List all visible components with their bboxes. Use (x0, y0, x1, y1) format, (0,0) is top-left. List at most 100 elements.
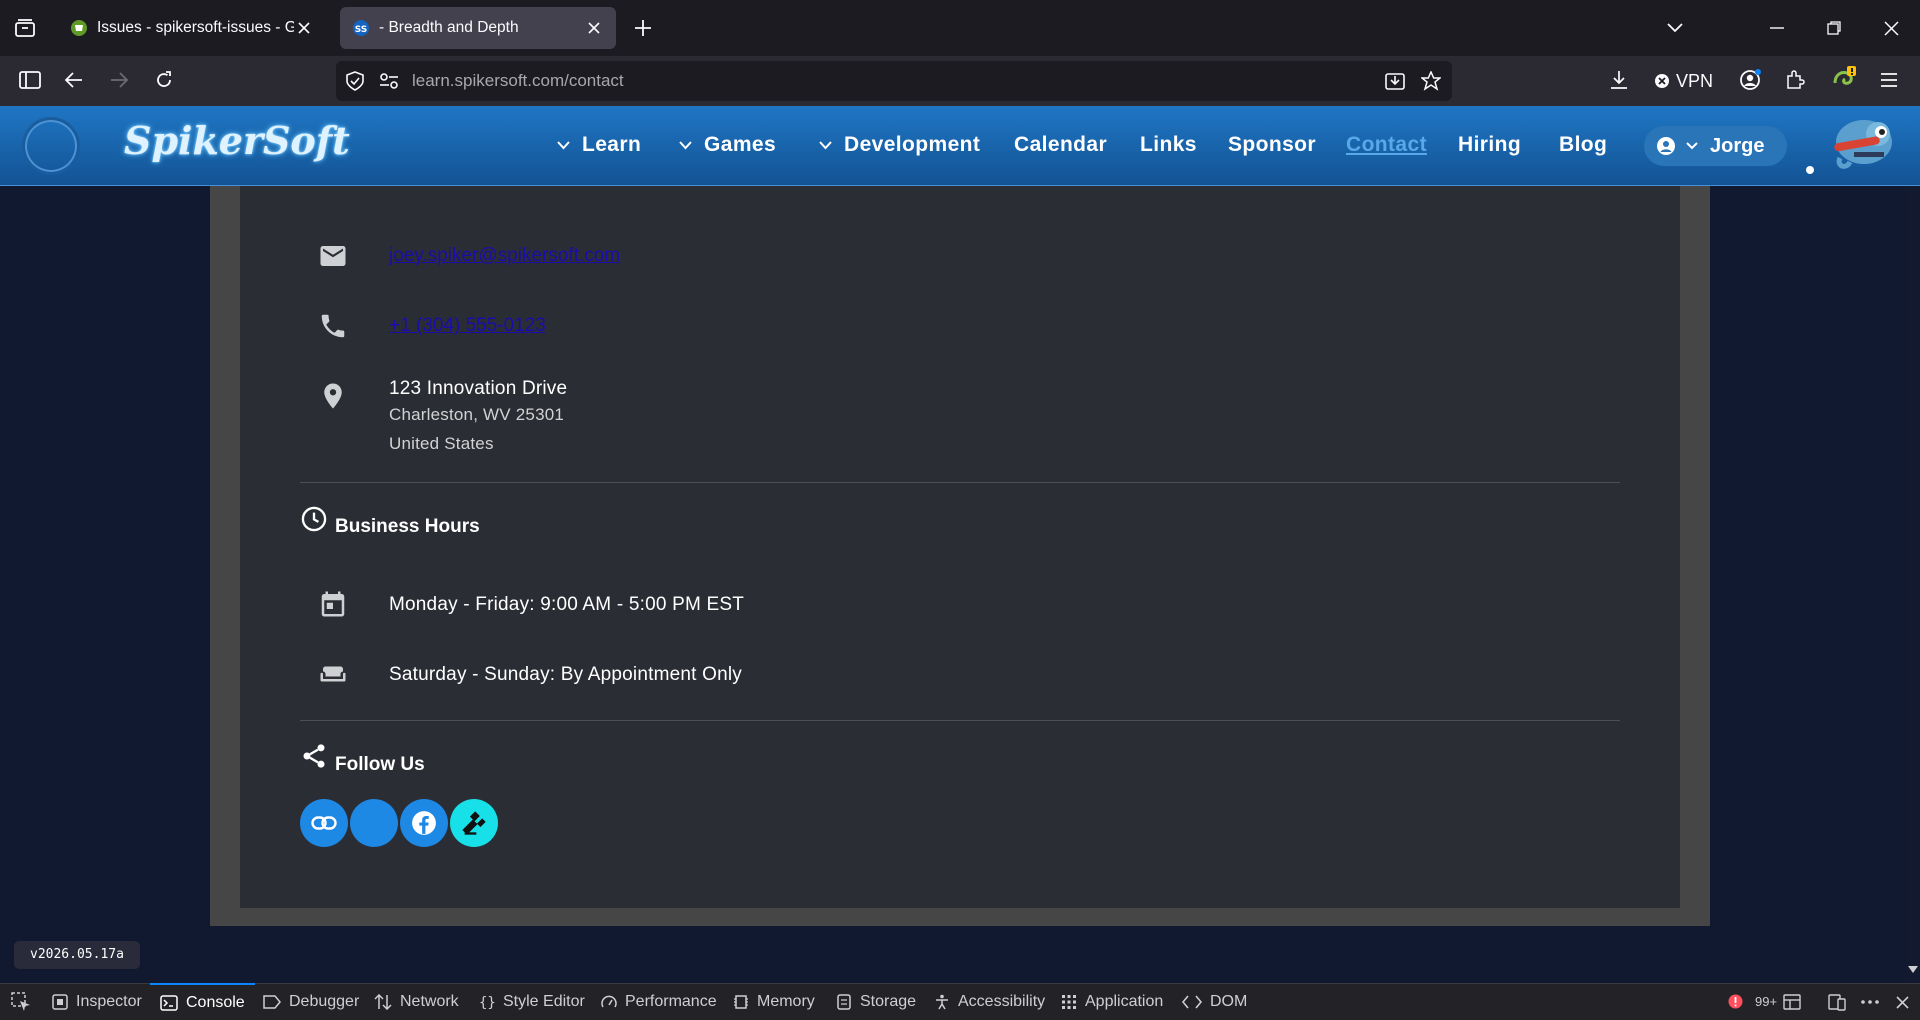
tab-title: Issues - spikersoft-issues - Gitea (97, 19, 294, 36)
social-gavel-button[interactable] (450, 799, 498, 847)
error-count-badge[interactable]: 99+ (1728, 983, 1777, 1020)
new-tab-icon[interactable] (626, 11, 660, 45)
devtools-tab-console[interactable]: Console (150, 983, 255, 1020)
url-text[interactable]: learn.spikersoft.com/contact (412, 71, 624, 91)
vpn-button[interactable]: VPN (1654, 66, 1713, 96)
element-picker-icon[interactable] (4, 985, 38, 1019)
address-line1: 123 Innovation Drive (389, 378, 568, 399)
nav-games[interactable]: Games (679, 133, 776, 157)
weekend-hours: Saturday - Sunday: By Appointment Only (389, 664, 742, 685)
devtools-tab-label: Storage (860, 992, 917, 1010)
address-line2: Charleston, WV 25301 (389, 405, 565, 424)
close-tab-icon[interactable] (584, 18, 604, 38)
split-console-icon[interactable] (1775, 985, 1809, 1019)
bookmark-star-icon[interactable] (1414, 64, 1448, 98)
clock-icon (300, 505, 328, 533)
social-link-button[interactable] (300, 799, 348, 847)
social-blank-button[interactable] (350, 799, 398, 847)
devtools-tab-accessibility[interactable]: Accessibility (934, 983, 1045, 1020)
extensions-icon[interactable] (1778, 63, 1812, 97)
back-icon[interactable] (57, 63, 91, 97)
devtools-tab-dom[interactable]: DOM (1182, 983, 1247, 1020)
nav-label: Learn (582, 133, 642, 156)
couch-icon (318, 659, 348, 689)
social-facebook-button[interactable] (400, 799, 448, 847)
tab-overview-icon[interactable] (8, 11, 42, 45)
url-path: /contact (564, 71, 624, 90)
email-link[interactable]: joey.spiker@spikersoft.com (389, 245, 620, 267)
account-icon[interactable] (1733, 63, 1767, 97)
nav-hiring[interactable]: Hiring (1458, 133, 1521, 157)
close-devtools-icon[interactable] (1885, 985, 1919, 1019)
status-dot (1806, 166, 1814, 174)
tab-gitea-issues[interactable]: Issues - spikersoft-issues - Gitea (58, 7, 326, 49)
reload-icon[interactable] (147, 63, 181, 97)
nav-sponsor[interactable]: Sponsor (1228, 133, 1316, 157)
contact-card (240, 186, 1680, 908)
chevron-down-icon (679, 140, 692, 150)
nav-contact[interactable]: Contact (1346, 133, 1427, 157)
error-icon (1728, 994, 1751, 1009)
devtools-tab-label: Accessibility (958, 992, 1046, 1010)
tab-list-chevron-icon[interactable] (1658, 11, 1692, 45)
devtools-tab-label: Memory (757, 992, 815, 1010)
chevron-down-icon (1686, 142, 1698, 150)
devtools-tab-style-editor[interactable]: {} Style Editor (479, 983, 585, 1020)
phone-icon (318, 311, 348, 341)
page-scrollbar[interactable] (1906, 186, 1920, 982)
devtools-tab-label: Performance (625, 992, 717, 1010)
tab-breadth-depth[interactable]: SS - Breadth and Depth (340, 7, 616, 49)
calendar-icon (318, 589, 348, 619)
downloads-icon[interactable] (1602, 63, 1636, 97)
forward-icon[interactable] (102, 63, 136, 97)
nav-learn[interactable]: Learn (557, 133, 641, 157)
save-page-icon[interactable] (1378, 64, 1412, 98)
devtools-tab-performance[interactable]: Performance (601, 983, 717, 1020)
responsive-design-icon[interactable] (1820, 985, 1854, 1019)
nav-label: Hiring (1458, 133, 1522, 156)
devtools-tab-debugger[interactable]: Debugger (263, 983, 359, 1020)
site-permissions-icon[interactable] (372, 64, 406, 98)
devtools-tab-inspector[interactable]: Inspector (52, 983, 142, 1020)
site-logo-ring[interactable] (22, 117, 80, 175)
facebook-icon (411, 810, 437, 836)
user-name: Jorge (1710, 134, 1765, 157)
nav-label: Sponsor (1228, 133, 1316, 156)
chevron-down-icon (819, 140, 832, 150)
sidebar-toggle-icon[interactable] (13, 63, 47, 97)
location-pin-icon (318, 381, 348, 411)
devtools-tab-label: Console (186, 993, 245, 1011)
devtools-tab-memory[interactable]: Memory (733, 983, 815, 1020)
nav-label: Development (844, 133, 981, 156)
nav-blog[interactable]: Blog (1559, 133, 1607, 157)
nav-development[interactable]: Development (819, 133, 980, 157)
shield-icon[interactable] (338, 64, 372, 98)
chameleon-mascot-icon[interactable] (1826, 112, 1898, 172)
nav-label: Games (704, 133, 777, 156)
devtools-tab-network[interactable]: Network (374, 983, 459, 1020)
vpn-label: VPN (1676, 70, 1714, 91)
user-menu-button[interactable]: Jorge (1644, 126, 1787, 166)
divider (300, 720, 1620, 721)
extension-chameleon-icon[interactable] (1828, 61, 1862, 95)
devtools-tab-storage[interactable]: Storage (836, 983, 916, 1020)
devtools-tab-label: Application (1085, 992, 1164, 1010)
site-brand[interactable]: SpikerSoft (124, 118, 350, 163)
phone-link[interactable]: +1 (304) 555-0123 (389, 315, 546, 337)
nav-calendar[interactable]: Calendar (1014, 133, 1107, 157)
close-tab-icon[interactable] (294, 18, 314, 38)
close-window-icon[interactable] (1874, 11, 1908, 45)
vpn-off-icon (1654, 73, 1670, 89)
devtools-tab-application[interactable]: Application (1061, 983, 1163, 1020)
more-options-icon[interactable] (1853, 985, 1887, 1019)
menu-hamburger-icon[interactable] (1872, 63, 1906, 97)
scroll-down-arrow-icon[interactable] (1908, 966, 1918, 974)
gavel-icon (460, 809, 488, 837)
devtools-tab-label: Network (400, 992, 459, 1010)
devtools-tab-label: Inspector (76, 992, 142, 1010)
share-icon (300, 742, 328, 770)
nav-links[interactable]: Links (1140, 133, 1197, 157)
user-avatar-icon (1656, 136, 1676, 156)
minimize-icon[interactable] (1760, 11, 1794, 45)
restore-icon[interactable] (1817, 11, 1851, 45)
